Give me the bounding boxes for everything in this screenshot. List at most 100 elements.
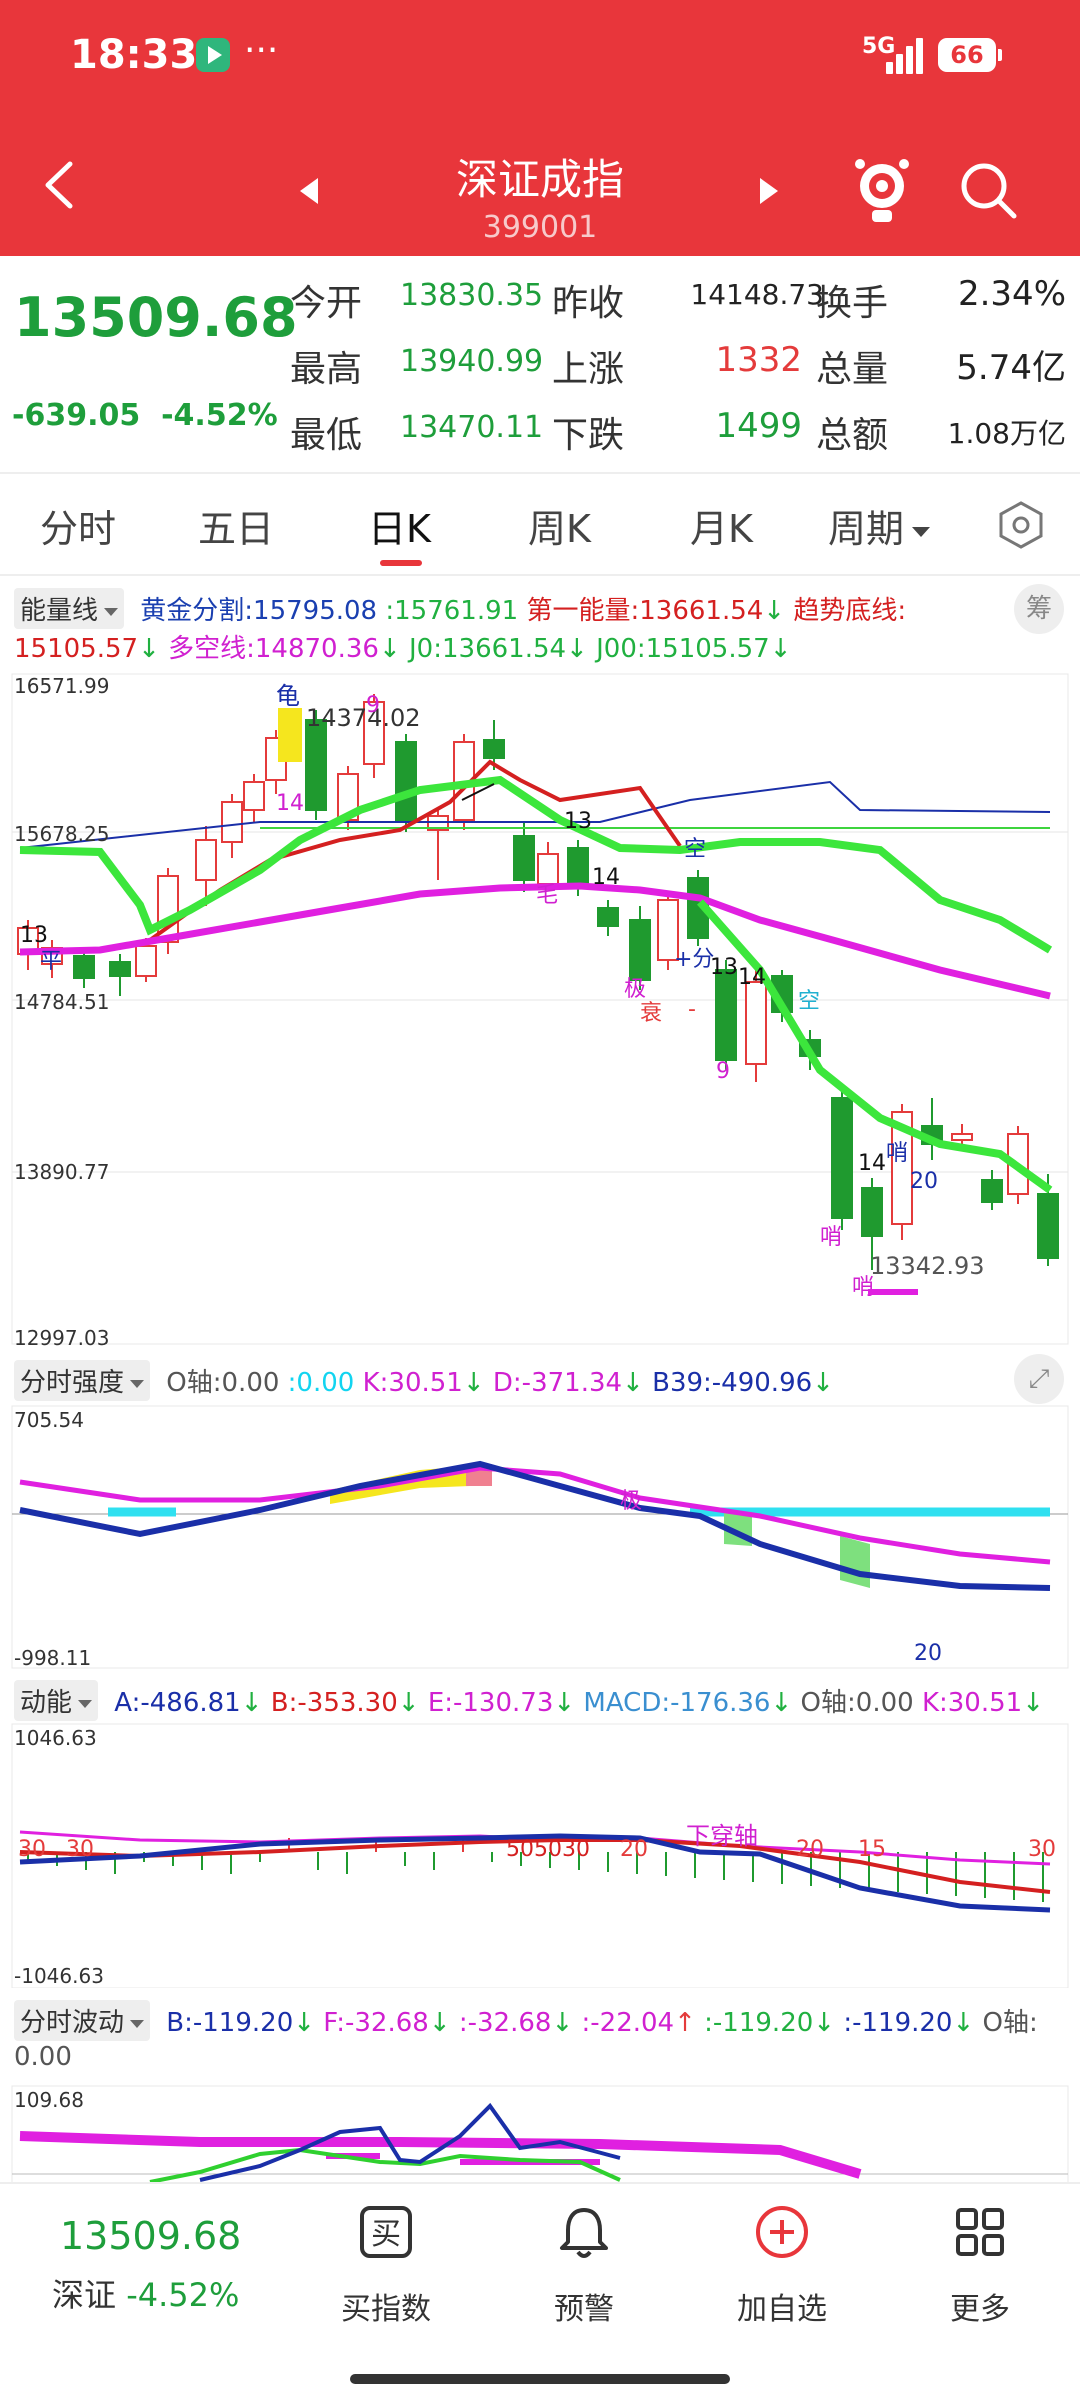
- ind4-item: :-32.68: [458, 2008, 552, 2038]
- mi-item: 第一能量:13661.54: [526, 596, 764, 626]
- label-shao: 哨: [886, 1141, 908, 1166]
- home-indicator: [350, 2374, 730, 2384]
- indicator4-header: 分时波动 B:-119.20↓ F:-32.68↓ :-32.68↓ :-22.…: [14, 2000, 1038, 2041]
- ind4-arrow: ↓: [813, 2008, 836, 2038]
- candle: [395, 741, 417, 821]
- ind3-arrow: ↓: [770, 1688, 793, 1718]
- label-dash: -: [688, 997, 696, 1022]
- candle: [221, 801, 243, 843]
- label-20: 20: [620, 1837, 648, 1862]
- candle: [483, 739, 505, 759]
- candle: [951, 1133, 973, 1141]
- candle: [567, 847, 589, 885]
- candle: [715, 969, 737, 1061]
- tab-daily-k[interactable]: 日K: [368, 498, 431, 553]
- svg-text:买: 买: [371, 2217, 401, 2252]
- indicator3-select[interactable]: 动能: [14, 1680, 99, 1721]
- bottom-price[interactable]: 13509.68: [60, 2214, 241, 2258]
- bottom-toolbar: 13509.68 深证 -4.52% 买 买指数 预警 加自选 更多: [0, 2182, 1080, 2402]
- intraday-fluctuation-chart[interactable]: [0, 2084, 1080, 2182]
- tab-weekly-k[interactable]: 周K: [528, 498, 591, 553]
- candle: [305, 719, 327, 811]
- high-label: 最高: [290, 349, 363, 390]
- search-icon[interactable]: [958, 160, 1018, 220]
- axis-l3: 14784.51: [14, 990, 110, 1014]
- candle: [1037, 1193, 1059, 1259]
- robot-assistant-icon[interactable]: [852, 154, 912, 226]
- ind2-axis-bottom: -998.11: [14, 1646, 92, 1670]
- prev-close-label: 昨收: [552, 283, 625, 324]
- bell-icon[interactable]: [554, 2202, 614, 2262]
- ind4-arrow: ↓: [952, 2008, 975, 2038]
- label-ji: 极: [624, 977, 646, 1002]
- label-505030: 505030: [506, 1837, 590, 1862]
- ind2-item: O轴:0.00: [166, 1368, 280, 1398]
- tab-intraday[interactable]: 分时: [40, 498, 116, 553]
- tab-period[interactable]: 周期: [828, 498, 931, 553]
- label-9: 9: [366, 693, 380, 718]
- mi-item: J00:15105.57: [596, 634, 770, 664]
- add-watchlist-button[interactable]: 加自选: [702, 2284, 862, 2328]
- label-14: 14: [592, 865, 620, 890]
- intraday-strength-chart[interactable]: 极 20: [0, 1404, 1080, 1670]
- label-14: 14: [276, 791, 304, 816]
- video-app-icon: [196, 38, 230, 72]
- momentum-chart[interactable]: 30 30 505030 20 下穿轴 20 15 30: [0, 1722, 1080, 1988]
- candlestick-chart[interactable]: 龟 14374.02 9 14 13 13 平 毛 14 空 极 衰 - +分 …: [0, 670, 1080, 1350]
- ind4-item: O轴:: [982, 2008, 1038, 2038]
- settings-icon[interactable]: [996, 500, 1046, 550]
- turnover-value: 2.34%: [957, 274, 1066, 314]
- add-watchlist-icon[interactable]: [752, 2202, 812, 2262]
- mi-item: 黄金分割:15795.08: [140, 596, 378, 626]
- ind3-item: MACD:-176.36: [583, 1688, 771, 1718]
- more-button[interactable]: 更多: [900, 2284, 1060, 2328]
- ind4-arrow: ↓: [293, 2008, 316, 2038]
- expand-icon[interactable]: ⤢: [1014, 1354, 1064, 1404]
- mi-arrow: ↓: [566, 634, 588, 664]
- grid-more-icon[interactable]: [950, 2202, 1010, 2262]
- label-peak: 14374.02: [306, 704, 421, 732]
- tab-five-day[interactable]: 五日: [198, 498, 274, 553]
- indicator3-header: 动能 A:-486.81↓ B:-353.30↓ E:-130.73↓ MACD…: [14, 1680, 1044, 1721]
- ind4-item: :-119.20: [704, 2008, 814, 2038]
- buy-index-button[interactable]: 买指数: [306, 2284, 466, 2328]
- mi-arrow: ↓: [763, 596, 786, 626]
- divider: [0, 574, 1080, 576]
- candle: [109, 961, 131, 977]
- low-value: 13470.11: [400, 410, 544, 445]
- candle: [861, 1187, 883, 1237]
- ind2-item: D:-371.34: [492, 1368, 623, 1398]
- chevron-down-icon: [912, 526, 931, 537]
- label-14: 14: [858, 1151, 886, 1176]
- alert-button[interactable]: 预警: [504, 2284, 664, 2328]
- mi-item: J0:13661.54: [409, 634, 567, 664]
- label-fen: +分: [674, 947, 714, 972]
- axis-l4: 13890.77: [14, 1160, 110, 1184]
- main-indicator-header-2: 15105.57↓ 多空线:14870.36↓ J0:13661.54↓ J00…: [14, 628, 791, 665]
- label-kong: 空: [798, 989, 820, 1014]
- mi-arrow: ↓: [378, 634, 401, 664]
- bottom-market-change[interactable]: 深证 -4.52%: [52, 2270, 239, 2316]
- label-low: 13342.93: [870, 1252, 985, 1280]
- divider: [0, 472, 1080, 474]
- label-20: 20: [914, 1641, 942, 1666]
- mi-item: 多空线:14870.36: [168, 634, 379, 664]
- up-count: 1332: [715, 340, 802, 380]
- next-stock-icon[interactable]: [760, 178, 778, 204]
- label-mao: 毛: [536, 883, 558, 908]
- tab-monthly-k[interactable]: 月K: [690, 498, 753, 553]
- ind3-axis-bottom: -1046.63: [14, 1964, 104, 1988]
- buy-icon[interactable]: 买: [356, 2202, 416, 2262]
- top-bar: 18:33 ··· 5G 66 深证成指 399001: [0, 0, 1080, 256]
- ind4-item: F:-32.68: [323, 2008, 429, 2038]
- mi-item: 15105.57: [14, 634, 139, 664]
- main-indicator-select[interactable]: 能量线: [14, 588, 125, 629]
- indicator2-select[interactable]: 分时强度: [14, 1360, 151, 1401]
- chip-distribution-button[interactable]: 筹: [1014, 584, 1064, 634]
- turnover-label: 换手: [816, 283, 889, 324]
- indicator4-select[interactable]: 分时波动: [14, 2000, 151, 2041]
- ind3-item: A:-486.81: [114, 1688, 241, 1718]
- label-9: 9: [716, 1059, 730, 1084]
- label-gui: 龟: [276, 682, 300, 710]
- candle: [831, 1097, 853, 1219]
